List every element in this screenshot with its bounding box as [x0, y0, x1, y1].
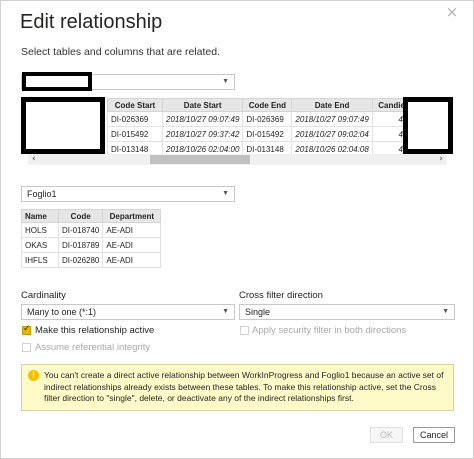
cross-filter-label: Cross filter direction: [239, 290, 323, 301]
column-header[interactable]: Name: [21, 209, 59, 223]
security-filter-checkbox[interactable]: [240, 326, 249, 335]
table2-select-value: Foglio1: [27, 189, 57, 199]
table-cell: 2018/10/27 09:02:04: [291, 126, 373, 142]
table-row: HOLS DI-018740 AE-ADI: [21, 222, 162, 238]
chevron-down-icon: ▼: [222, 78, 229, 85]
chevron-down-icon: ▼: [222, 308, 229, 315]
cardinality-select[interactable]: Many to one (*:1) ▼: [21, 304, 235, 320]
column-header[interactable]: Date Start: [161, 98, 244, 112]
table2-preview: Name Code Department HOLS DI-018740 AE-A…: [21, 209, 162, 268]
column-header[interactable]: Code Start: [107, 98, 163, 112]
chevron-down-icon: ▼: [222, 190, 229, 197]
table-cell: DI-018789: [57, 237, 104, 253]
column-header[interactable]: Date End: [291, 98, 373, 112]
column-header[interactable]: Code End: [242, 98, 293, 112]
warning-banner: ! You can't create a direct active relat…: [21, 364, 454, 411]
table2-select[interactable]: Foglio1 ▼: [21, 186, 235, 202]
dialog-title: Edit relationship: [20, 11, 163, 33]
referential-integrity-label[interactable]: Assume referential integrity: [35, 342, 150, 353]
table-cell: DI-026280: [57, 252, 104, 268]
table-cell: IHFLS: [21, 252, 59, 268]
scrollbar-thumb[interactable]: [150, 155, 250, 164]
redaction-box: [22, 72, 92, 91]
horizontal-scrollbar[interactable]: ‹ ›: [28, 154, 447, 165]
table-cell: HOLS: [21, 222, 59, 238]
referential-integrity-checkbox[interactable]: [22, 343, 31, 352]
cancel-button[interactable]: Cancel: [413, 427, 455, 443]
table-cell: DI-026369: [107, 111, 163, 127]
table1-preview: Code Start Date Start Code End Date End …: [107, 98, 416, 157]
chevron-left-icon[interactable]: ‹: [32, 153, 36, 165]
table-cell: AE-ADI: [102, 252, 162, 268]
redaction-box: [21, 97, 105, 154]
cross-filter-select-value: Single: [245, 307, 271, 317]
table-cell: AE-ADI: [102, 222, 162, 238]
dialog-subtitle: Select tables and columns that are relat…: [21, 46, 221, 58]
redaction-box: [403, 97, 453, 154]
table-row: DI-026369 2018/10/27 09:07:49 DI-026369 …: [107, 111, 416, 127]
table-cell: DI-026369: [242, 111, 293, 127]
security-filter-label[interactable]: Apply security filter in both directions: [252, 325, 406, 336]
table-cell: AE-ADI: [102, 237, 162, 253]
cardinality-select-value: Many to one (*:1): [27, 307, 97, 317]
edit-relationship-dialog: × Edit relationship Select tables and co…: [0, 0, 474, 459]
chevron-right-icon[interactable]: ›: [439, 153, 443, 165]
table-row: OKAS DI-018789 AE-ADI: [21, 237, 162, 253]
table-cell: 2018/10/27 09:07:49: [161, 111, 244, 127]
make-active-checkbox[interactable]: [22, 324, 31, 335]
chevron-down-icon: ▼: [442, 308, 449, 315]
column-header[interactable]: Department: [102, 209, 162, 223]
close-icon[interactable]: ×: [441, 3, 463, 21]
make-active-label[interactable]: Make this relationship active: [35, 325, 154, 336]
ok-button[interactable]: OK: [370, 427, 403, 443]
warning-icon: !: [28, 370, 39, 381]
column-header[interactable]: Code: [57, 209, 104, 223]
table-cell: 2018/10/27 09:37:42: [161, 126, 244, 142]
cross-filter-select[interactable]: Single ▼: [239, 304, 455, 320]
table-row: IHFLS DI-026280 AE-ADI: [21, 252, 162, 268]
warning-text: You can't create a direct active relatio…: [44, 370, 444, 403]
table-cell: 2018/10/27 09:07:49: [291, 111, 373, 127]
table-cell: OKAS: [21, 237, 59, 253]
table-row: DI-015492 2018/10/27 09:37:42 DI-015492 …: [107, 126, 416, 142]
cardinality-label: Cardinality: [21, 290, 66, 301]
table-cell: DI-018740: [57, 222, 104, 238]
table-cell: DI-015492: [107, 126, 163, 142]
table-cell: DI-015492: [242, 126, 293, 142]
